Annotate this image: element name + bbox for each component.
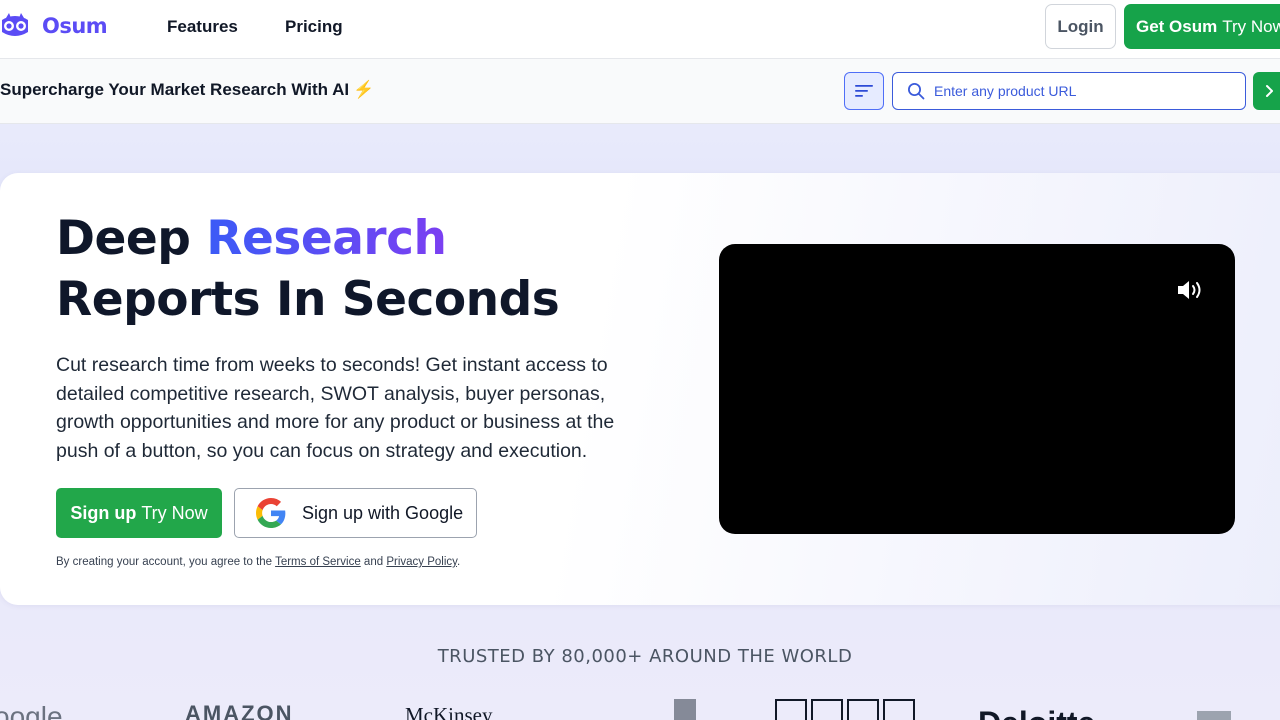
tagline-text: Supercharge Your Market Research With AI xyxy=(0,80,350,99)
get-osum-rest-label: Try Now xyxy=(1222,16,1280,36)
google-signup-button[interactable]: Sign up with Google xyxy=(234,488,477,538)
deloitte-customer-logo: Deloitte xyxy=(978,705,1095,720)
get-osum-bold-label: Get Osum xyxy=(1136,16,1218,36)
login-button[interactable]: Login xyxy=(1045,4,1116,49)
legal-notice: By creating your account, you agree to t… xyxy=(56,556,460,568)
chevron-right-icon xyxy=(1266,85,1273,97)
logo-box xyxy=(811,699,843,720)
hero-video-player[interactable] xyxy=(719,244,1235,534)
logo-box xyxy=(847,699,879,720)
mckinsey-customer-logo: McKinsey xyxy=(405,703,493,720)
hero-title-line2: Reports In Seconds xyxy=(56,272,560,327)
product-url-search xyxy=(892,72,1246,110)
hero-title-accent: Research xyxy=(206,211,447,266)
pixel-customer-logo xyxy=(674,699,696,720)
legal-prefix: By creating your account, you agree to t… xyxy=(56,556,273,568)
lightning-bolt-icon: ⚡ xyxy=(353,80,375,99)
owl-logo-icon xyxy=(2,13,28,36)
logo-box xyxy=(775,699,807,720)
hero-title: Deep Research Reports In Seconds xyxy=(56,208,560,330)
amazon-customer-logo: AMAZON xyxy=(185,701,294,720)
get-osum-button[interactable]: Get Osum Try Now xyxy=(1124,4,1280,49)
hero-title-part1: Deep xyxy=(56,211,191,266)
top-navbar: Osum Features Pricing Login Get Osum Try… xyxy=(0,0,1280,59)
volume-icon[interactable] xyxy=(1175,278,1205,302)
search-icon xyxy=(908,83,925,100)
square-customer-logo xyxy=(1197,711,1231,720)
search-go-button[interactable] xyxy=(1253,72,1280,110)
brand-name: Osum xyxy=(42,14,108,38)
privacy-policy-link[interactable]: Privacy Policy xyxy=(386,556,457,568)
trusted-heading: TRUSTED BY 80,000+ AROUND THE WORLD xyxy=(437,646,853,667)
brand-logo[interactable]: Osum xyxy=(0,12,108,40)
signup-button[interactable]: Sign up Try Now xyxy=(56,488,222,538)
customer-logos-strip: oogle AMAZON McKinsey Deloitte xyxy=(0,695,1280,720)
hero-description: Cut research time from weeks to seconds!… xyxy=(56,354,615,462)
signup-rest-label: Try Now xyxy=(141,502,208,523)
terms-of-service-link[interactable]: Terms of Service xyxy=(275,556,361,568)
filter-lines-icon xyxy=(855,85,873,97)
google-customer-logo: oogle xyxy=(0,701,63,720)
signup-bold-label: Sign up xyxy=(70,502,137,523)
google-signup-label: Sign up with Google xyxy=(302,502,464,523)
logo-box xyxy=(883,699,915,720)
nav-pricing-link[interactable]: Pricing xyxy=(285,17,343,37)
google-g-icon xyxy=(256,498,286,528)
nav-features-link[interactable]: Features xyxy=(167,17,238,37)
research-subbar: Supercharge Your Market Research With AI… xyxy=(0,59,1280,124)
legal-and: and xyxy=(363,556,384,568)
product-url-input[interactable] xyxy=(934,83,1234,99)
tagline: Supercharge Your Market Research With AI… xyxy=(0,80,374,100)
filter-button[interactable] xyxy=(844,72,884,110)
legal-suffix: . xyxy=(457,556,461,568)
boxes-customer-logo xyxy=(775,699,915,720)
